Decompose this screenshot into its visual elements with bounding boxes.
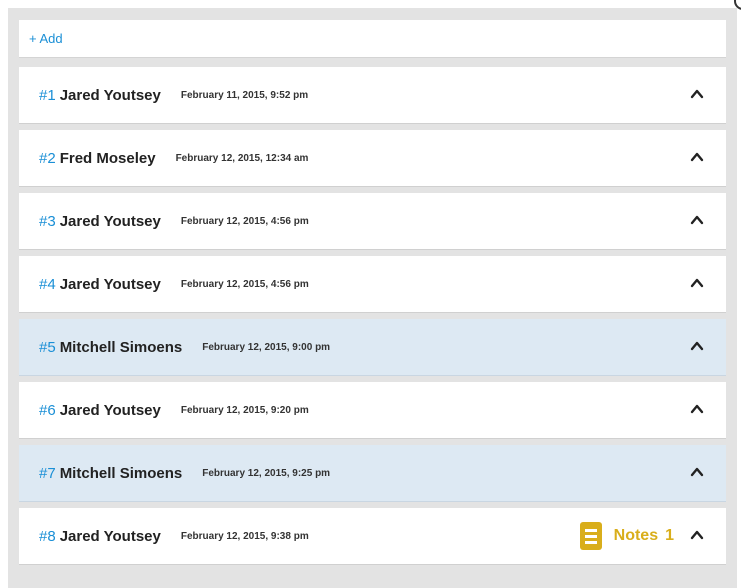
chevron-up-icon[interactable] (690, 528, 704, 542)
entry-number: #5 (39, 338, 56, 356)
entry-row[interactable]: #1 Jared Youtsey February 11, 2015, 9:52 p… (19, 67, 726, 124)
add-bar: + Add (19, 20, 726, 58)
entry-row[interactable]: #6 Jared Youtsey February 12, 2015, 9:20 p… (19, 382, 726, 439)
entry-list: #1 Jared Youtsey February 11, 2015, 9:52 p… (19, 67, 726, 571)
chevron-up-icon[interactable] (690, 150, 704, 164)
entry-row[interactable]: #2 Fred Moseley February 12, 2015, 12:34 a… (19, 130, 726, 187)
entry-timestamp: February 12, 2015, 9:00 pm (202, 341, 331, 353)
notes-icon (579, 522, 602, 550)
entry-author: Jared Youtsey (59, 212, 161, 230)
entry-row[interactable]: #8 Jared Youtsey February 12, 2015, 9:38 p… (19, 508, 726, 565)
entry-timestamp: February 12, 2015, 9:20 pm (180, 404, 309, 416)
entry-number: #6 (39, 401, 56, 419)
entry-number: #3 (39, 212, 56, 230)
entry-timestamp: February 12, 2015, 9:38 pm (180, 530, 309, 542)
entry-author: Jared Youtsey (59, 86, 161, 104)
notes-label: Notes (613, 527, 659, 544)
chevron-up-icon[interactable] (690, 213, 704, 227)
entry-author: Jared Youtsey (59, 527, 161, 545)
entry-number: #7 (39, 464, 56, 482)
chevron-up-icon[interactable] (690, 339, 704, 353)
entry-author: Mitchell Simoens (59, 338, 183, 356)
notes-badge[interactable]: Notes 1 (579, 522, 674, 550)
add-button[interactable]: + Add (29, 31, 63, 46)
chevron-up-icon[interactable] (690, 402, 704, 416)
entry-row[interactable]: #5 Mitchell Simoens February 12, 2015, 9:0… (19, 319, 726, 376)
entry-number: #2 (39, 149, 56, 167)
notes-count: 1 (665, 527, 674, 544)
entry-timestamp: February 12, 2015, 4:56 pm (180, 215, 309, 227)
entry-timestamp: February 11, 2015, 9:52 pm (180, 89, 309, 101)
entry-number: #1 (39, 86, 56, 104)
entry-timestamp: February 12, 2015, 9:25 pm (202, 467, 331, 479)
entry-row[interactable]: #3 Jared Youtsey February 12, 2015, 4:56 p… (19, 193, 726, 250)
entry-author: Fred Moseley (59, 149, 156, 167)
entry-row[interactable]: #4 Jared Youtsey February 12, 2015, 4:56 p… (19, 256, 726, 313)
chevron-up-icon[interactable] (690, 87, 704, 101)
entry-timestamp: February 12, 2015, 12:34 am (175, 152, 309, 164)
entry-row[interactable]: #7 Mitchell Simoens February 12, 2015, 9:2… (19, 445, 726, 502)
entries-panel: + Add #1 Jared Youtsey February 11, 2015, … (8, 8, 737, 588)
entry-number: #8 (39, 527, 56, 545)
entry-timestamp: February 12, 2015, 4:56 pm (180, 278, 309, 290)
entry-author: Mitchell Simoens (59, 464, 183, 482)
entry-author: Jared Youtsey (59, 401, 161, 419)
chevron-up-icon[interactable] (690, 465, 704, 479)
entry-number: #4 (39, 275, 56, 293)
chevron-up-icon[interactable] (690, 276, 704, 290)
entry-author: Jared Youtsey (59, 275, 161, 293)
